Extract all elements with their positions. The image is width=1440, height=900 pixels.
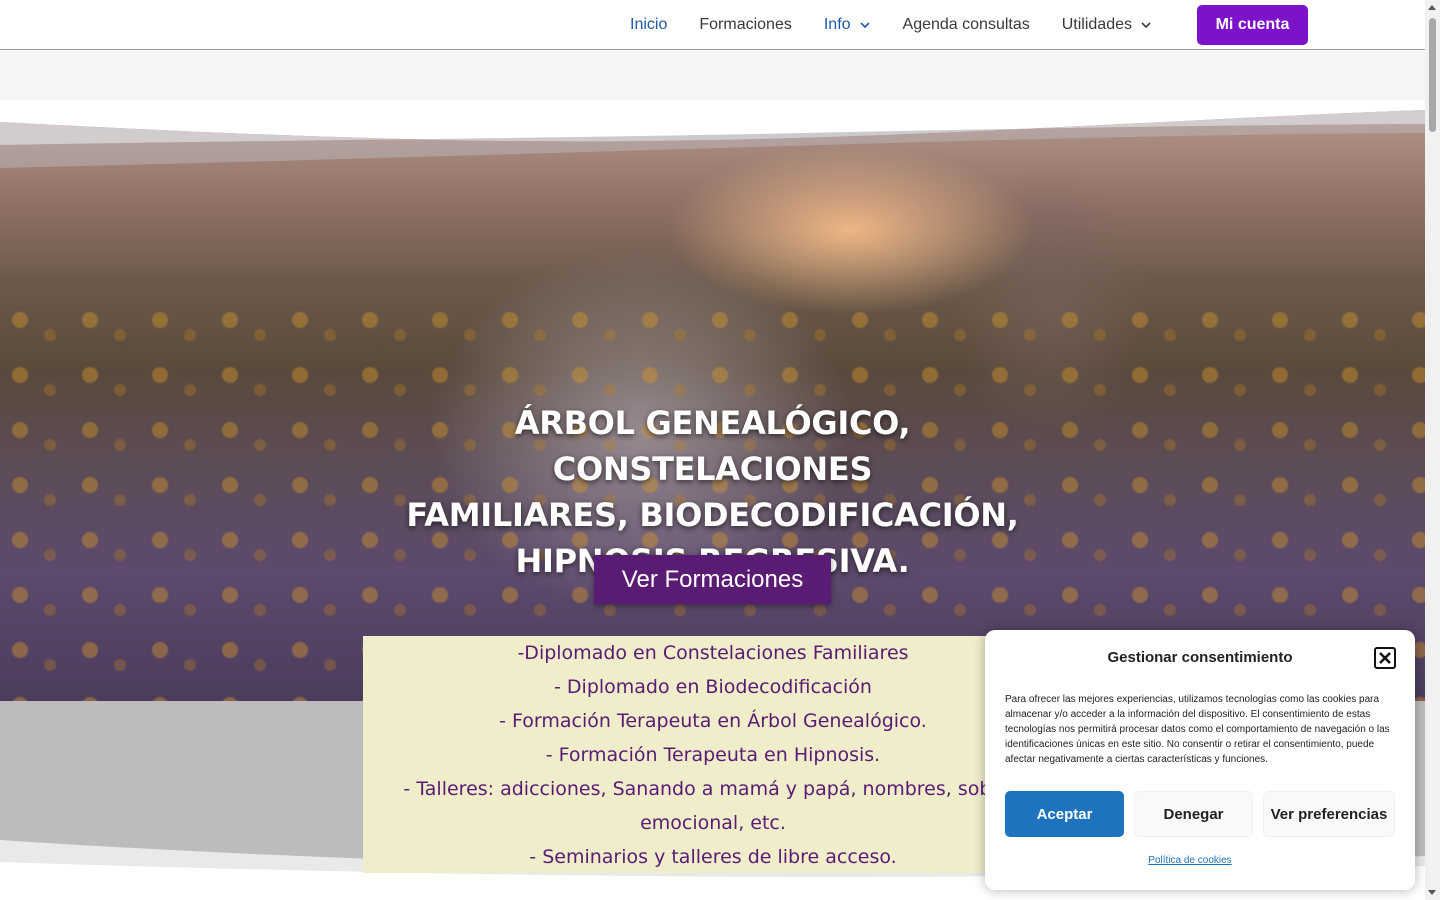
nav-label-formaciones: Formaciones	[699, 15, 792, 33]
hero-title-line: ÁRBOL GENEALÓGICO, CONSTELACIONES	[514, 404, 911, 488]
nav-item-utilidades[interactable]: Utilidades	[1046, 0, 1168, 49]
hero-top-wave	[0, 100, 1425, 168]
scroll-up-icon[interactable]	[1428, 5, 1436, 10]
header-spacer	[0, 51, 1425, 100]
preferences-button[interactable]: Ver preferencias	[1263, 791, 1395, 837]
cookie-text: Para ofrecer las mejores experiencias, u…	[1005, 694, 1390, 765]
nav-label-utilidades: Utilidades	[1061, 15, 1132, 33]
courses-list: -Diplomado en Constelaciones Familiares …	[363, 636, 1063, 873]
course-item: - Formación Terapeuta en Árbol Genealógi…	[499, 710, 927, 732]
course-item: emocional, etc.	[640, 812, 786, 834]
cookie-title: Gestionar consentimiento	[1107, 649, 1293, 666]
chevron-down-icon	[1141, 21, 1151, 28]
nav-label-info: Info	[823, 15, 851, 33]
main-nav: Inicio Formaciones Info Agenda consultas…	[614, 0, 1168, 49]
close-icon	[1379, 652, 1391, 664]
course-item: - Diplomado en Biodecodificación	[554, 676, 872, 698]
chevron-down-icon	[859, 21, 870, 28]
course-item: - Formación Terapeuta en Hipnosis.	[545, 744, 881, 766]
ver-formaciones-button[interactable]: Ver Formaciones	[594, 555, 831, 604]
close-button[interactable]	[1374, 647, 1396, 669]
nav-item-info[interactable]: Info	[808, 0, 887, 49]
page-scrollbar[interactable]	[1425, 0, 1440, 900]
nav-item-inicio[interactable]: Inicio	[614, 0, 683, 49]
cookie-policy-link[interactable]: Política de cookies	[985, 855, 1395, 866]
course-item: - Talleres: adicciones, Sanando a mamá y…	[403, 778, 1023, 800]
hero-title-line: FAMILIARES, BIODECODIFICACIÓN,	[406, 496, 1019, 534]
courses-box: -Diplomado en Constelaciones Familiares …	[363, 636, 1063, 873]
nav-label-inicio: Inicio	[630, 15, 668, 33]
scroll-down-icon[interactable]	[1428, 890, 1436, 895]
site-header: Inicio Formaciones Info Agenda consultas…	[0, 0, 1425, 50]
course-item: - Seminarios y talleres de libre acceso.	[529, 846, 897, 868]
cookie-consent-dialog: Gestionar consentimiento Para ofrecer la…	[985, 630, 1415, 890]
scroll-thumb[interactable]	[1429, 18, 1436, 132]
nav-item-agenda[interactable]: Agenda consultas	[887, 0, 1046, 49]
nav-label-agenda: Agenda consultas	[902, 15, 1030, 33]
accept-button[interactable]: Aceptar	[1005, 791, 1124, 837]
deny-button[interactable]: Denegar	[1134, 791, 1253, 837]
nav-item-formaciones[interactable]: Formaciones	[683, 0, 807, 49]
course-item: -Diplomado en Constelaciones Familiares	[517, 642, 909, 664]
my-account-button[interactable]: Mi cuenta	[1197, 5, 1308, 45]
